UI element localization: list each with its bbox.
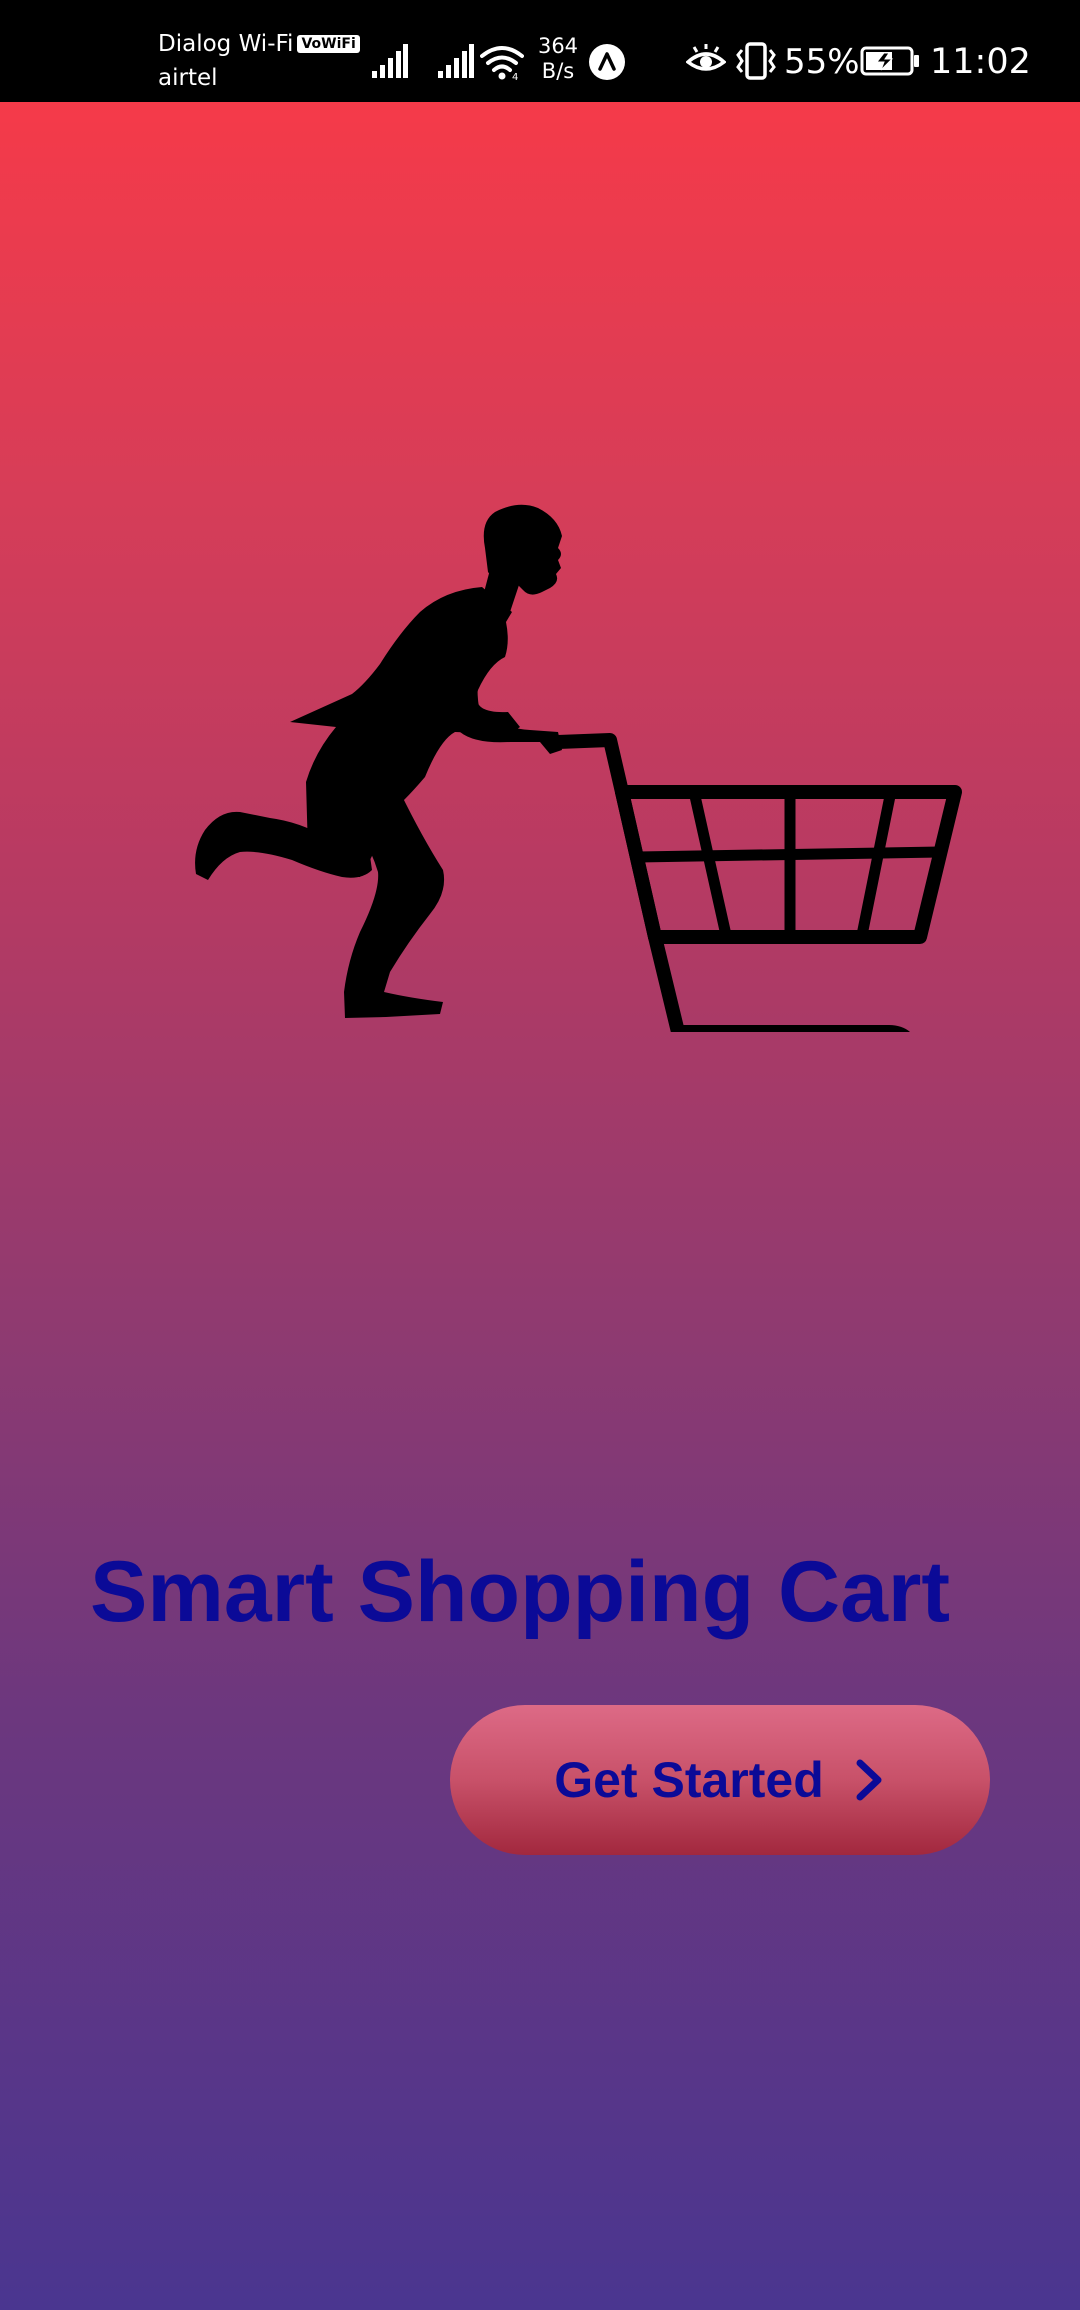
wifi-icon: 4: [480, 46, 524, 80]
shopping-cart-illustration: [195, 504, 962, 1032]
running-person-icon: [195, 504, 562, 1018]
status-bar: Dialog Wi-Fi VoWiFi airtel 4 364 B/s 55%…: [0, 0, 1080, 102]
app-notification-icon: [589, 44, 625, 80]
get-started-button[interactable]: Get Started: [450, 1705, 990, 1855]
network-speed-value: 364: [537, 34, 579, 58]
eye-comfort-icon: [686, 44, 726, 71]
battery-charging-icon: [860, 46, 919, 76]
signal-bars-icon: [438, 44, 474, 78]
status-clock: 11:02: [930, 42, 1031, 82]
vibrate-icon: [736, 42, 776, 80]
signal-bars-icon: [372, 44, 408, 78]
app-title: Smart Shopping Cart: [90, 1544, 951, 1640]
vowifi-badge: VoWiFi: [297, 35, 360, 53]
welcome-screen: Smart Shopping Cart Get Started: [0, 102, 1080, 2310]
carrier-primary-label: Dialog Wi-Fi: [158, 31, 294, 57]
get-started-label: Get Started: [554, 1752, 824, 1808]
network-speed: 364 B/s: [534, 34, 582, 84]
carrier-secondary: airtel: [158, 65, 218, 91]
shopping-cart-icon: [551, 733, 962, 1032]
battery-percent: 55%: [784, 42, 860, 82]
chevron-right-icon: [856, 1759, 882, 1801]
carrier-primary: Dialog Wi-Fi VoWiFi: [158, 30, 360, 58]
svg-text:4: 4: [512, 72, 518, 80]
network-speed-unit: B/s: [541, 59, 575, 83]
